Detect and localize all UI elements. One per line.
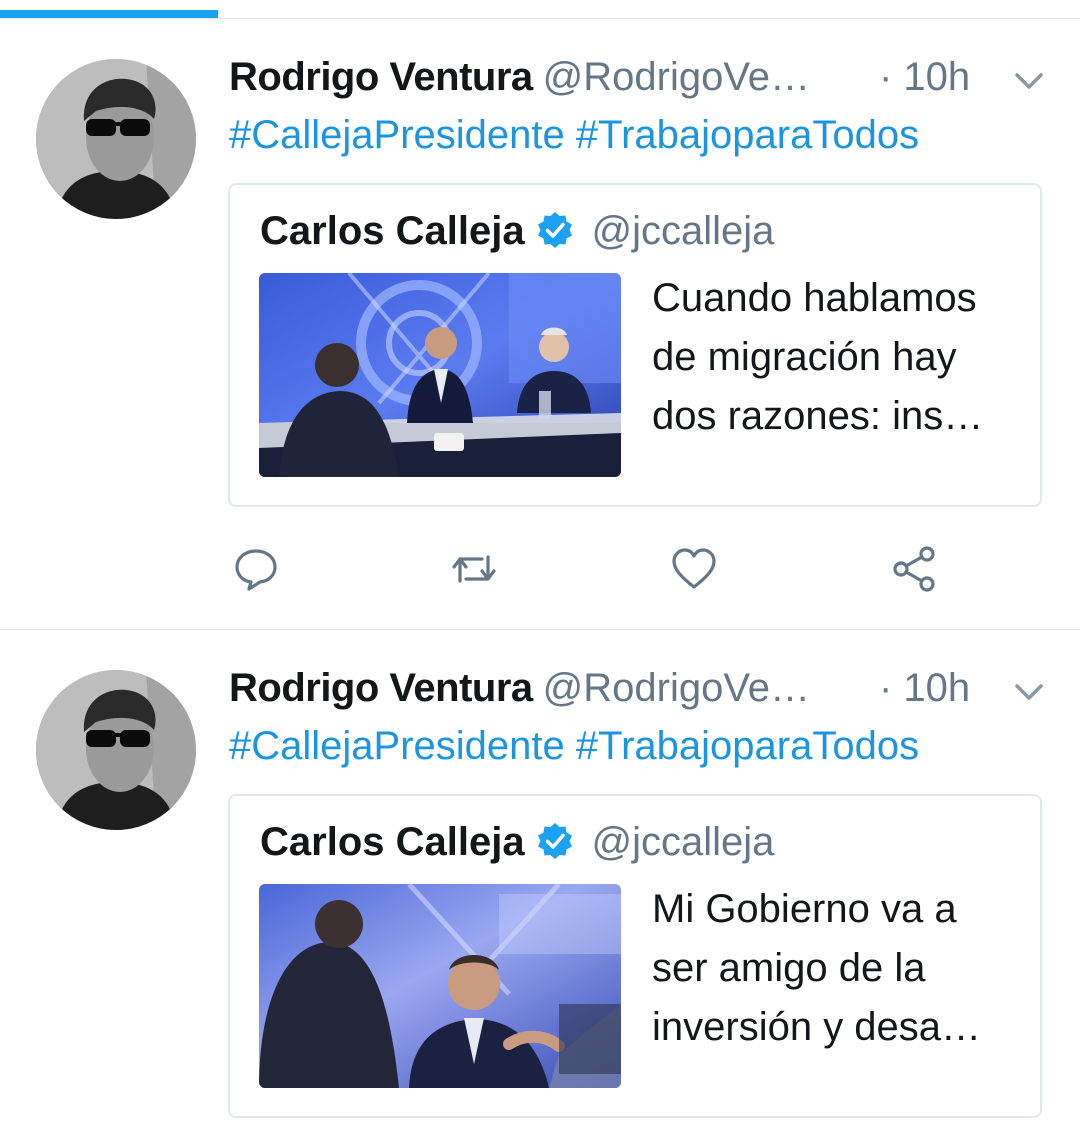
active-tab-indicator — [0, 10, 218, 18]
quoted-text-line: ser amigo de la — [652, 946, 926, 990]
timestamp[interactable]: · 10h — [879, 55, 970, 100]
author-handle[interactable]: @RodrigoVe… — [543, 666, 810, 710]
verified-badge-icon — [538, 823, 573, 859]
hashtag-link[interactable]: #CallejaPresidente — [229, 724, 565, 768]
quoted-text-line: dos razones: ins… — [652, 394, 984, 438]
verified-badge-icon — [538, 212, 573, 248]
timestamp[interactable]: · 10h — [879, 666, 970, 711]
tweet-actions — [0, 539, 1080, 599]
quoted-tweet-header: Carlos Calleja @jccalleja — [260, 820, 774, 870]
quoted-tweet-image[interactable] — [259, 884, 621, 1088]
avatar[interactable] — [36, 59, 196, 219]
tweet-header: Rodrigo Ventura @RodrigoVe… · 10h — [229, 666, 1049, 716]
hashtag-link[interactable]: #TrabajoparaTodos — [576, 724, 919, 768]
heart-icon — [672, 548, 716, 589]
quoted-author-name: Carlos Calleja — [260, 209, 525, 253]
tweet[interactable]: Rodrigo Ventura @RodrigoVe… · 10h #Callej… — [0, 19, 1080, 630]
tweet-text: #CallejaPresidente #TrabajoparaTodos — [229, 724, 919, 769]
reply-icon — [235, 549, 277, 591]
like-button[interactable] — [664, 539, 724, 599]
quoted-author-handle: @jccalleja — [591, 209, 775, 253]
author-handle[interactable]: @RodrigoVe… — [543, 55, 810, 99]
tweet[interactable]: Rodrigo Ventura @RodrigoVe… · 10h #Callej… — [0, 630, 1080, 1142]
quoted-text-line: de migración hay — [652, 335, 957, 379]
share-button[interactable] — [884, 539, 944, 599]
retweet-button[interactable] — [444, 539, 504, 599]
retweet-icon — [452, 555, 496, 583]
hashtag-link[interactable]: #CallejaPresidente — [229, 113, 565, 157]
top-tab-bar — [0, 0, 1080, 19]
author-name[interactable]: Rodrigo Ventura — [229, 55, 533, 99]
hashtag-link[interactable]: #TrabajoparaTodos — [576, 113, 919, 157]
tweet-header: Rodrigo Ventura @RodrigoVe… · 10h — [229, 55, 1049, 105]
author-name[interactable]: Rodrigo Ventura — [229, 666, 533, 710]
quoted-tweet-image[interactable] — [259, 273, 621, 477]
share-icon — [893, 546, 935, 592]
quoted-tweet-header: Carlos Calleja @jccalleja — [260, 209, 774, 259]
quoted-text-line: Mi Gobierno va a — [652, 887, 957, 931]
quoted-tweet-text: Mi Gobierno va a ser amigo de la inversi… — [652, 880, 1032, 1057]
quoted-text-line: Cuando hablamos — [652, 276, 977, 320]
tweet-text: #CallejaPresidente #TrabajoparaTodos — [229, 113, 919, 158]
quoted-tweet[interactable]: Carlos Calleja @jccalleja — [228, 183, 1042, 507]
quoted-text-line: inversión y desa… — [652, 1005, 982, 1049]
reply-button[interactable] — [226, 539, 286, 599]
chevron-down-icon[interactable] — [1011, 69, 1047, 93]
quoted-author-name: Carlos Calleja — [260, 820, 525, 864]
quoted-tweet-text: Cuando hablamos de migración hay dos raz… — [652, 269, 1032, 446]
quoted-tweet[interactable]: Carlos Calleja @jccalleja — [228, 794, 1042, 1118]
quoted-author-handle: @jccalleja — [591, 820, 775, 864]
chevron-down-icon[interactable] — [1011, 680, 1047, 704]
avatar[interactable] — [36, 670, 196, 830]
